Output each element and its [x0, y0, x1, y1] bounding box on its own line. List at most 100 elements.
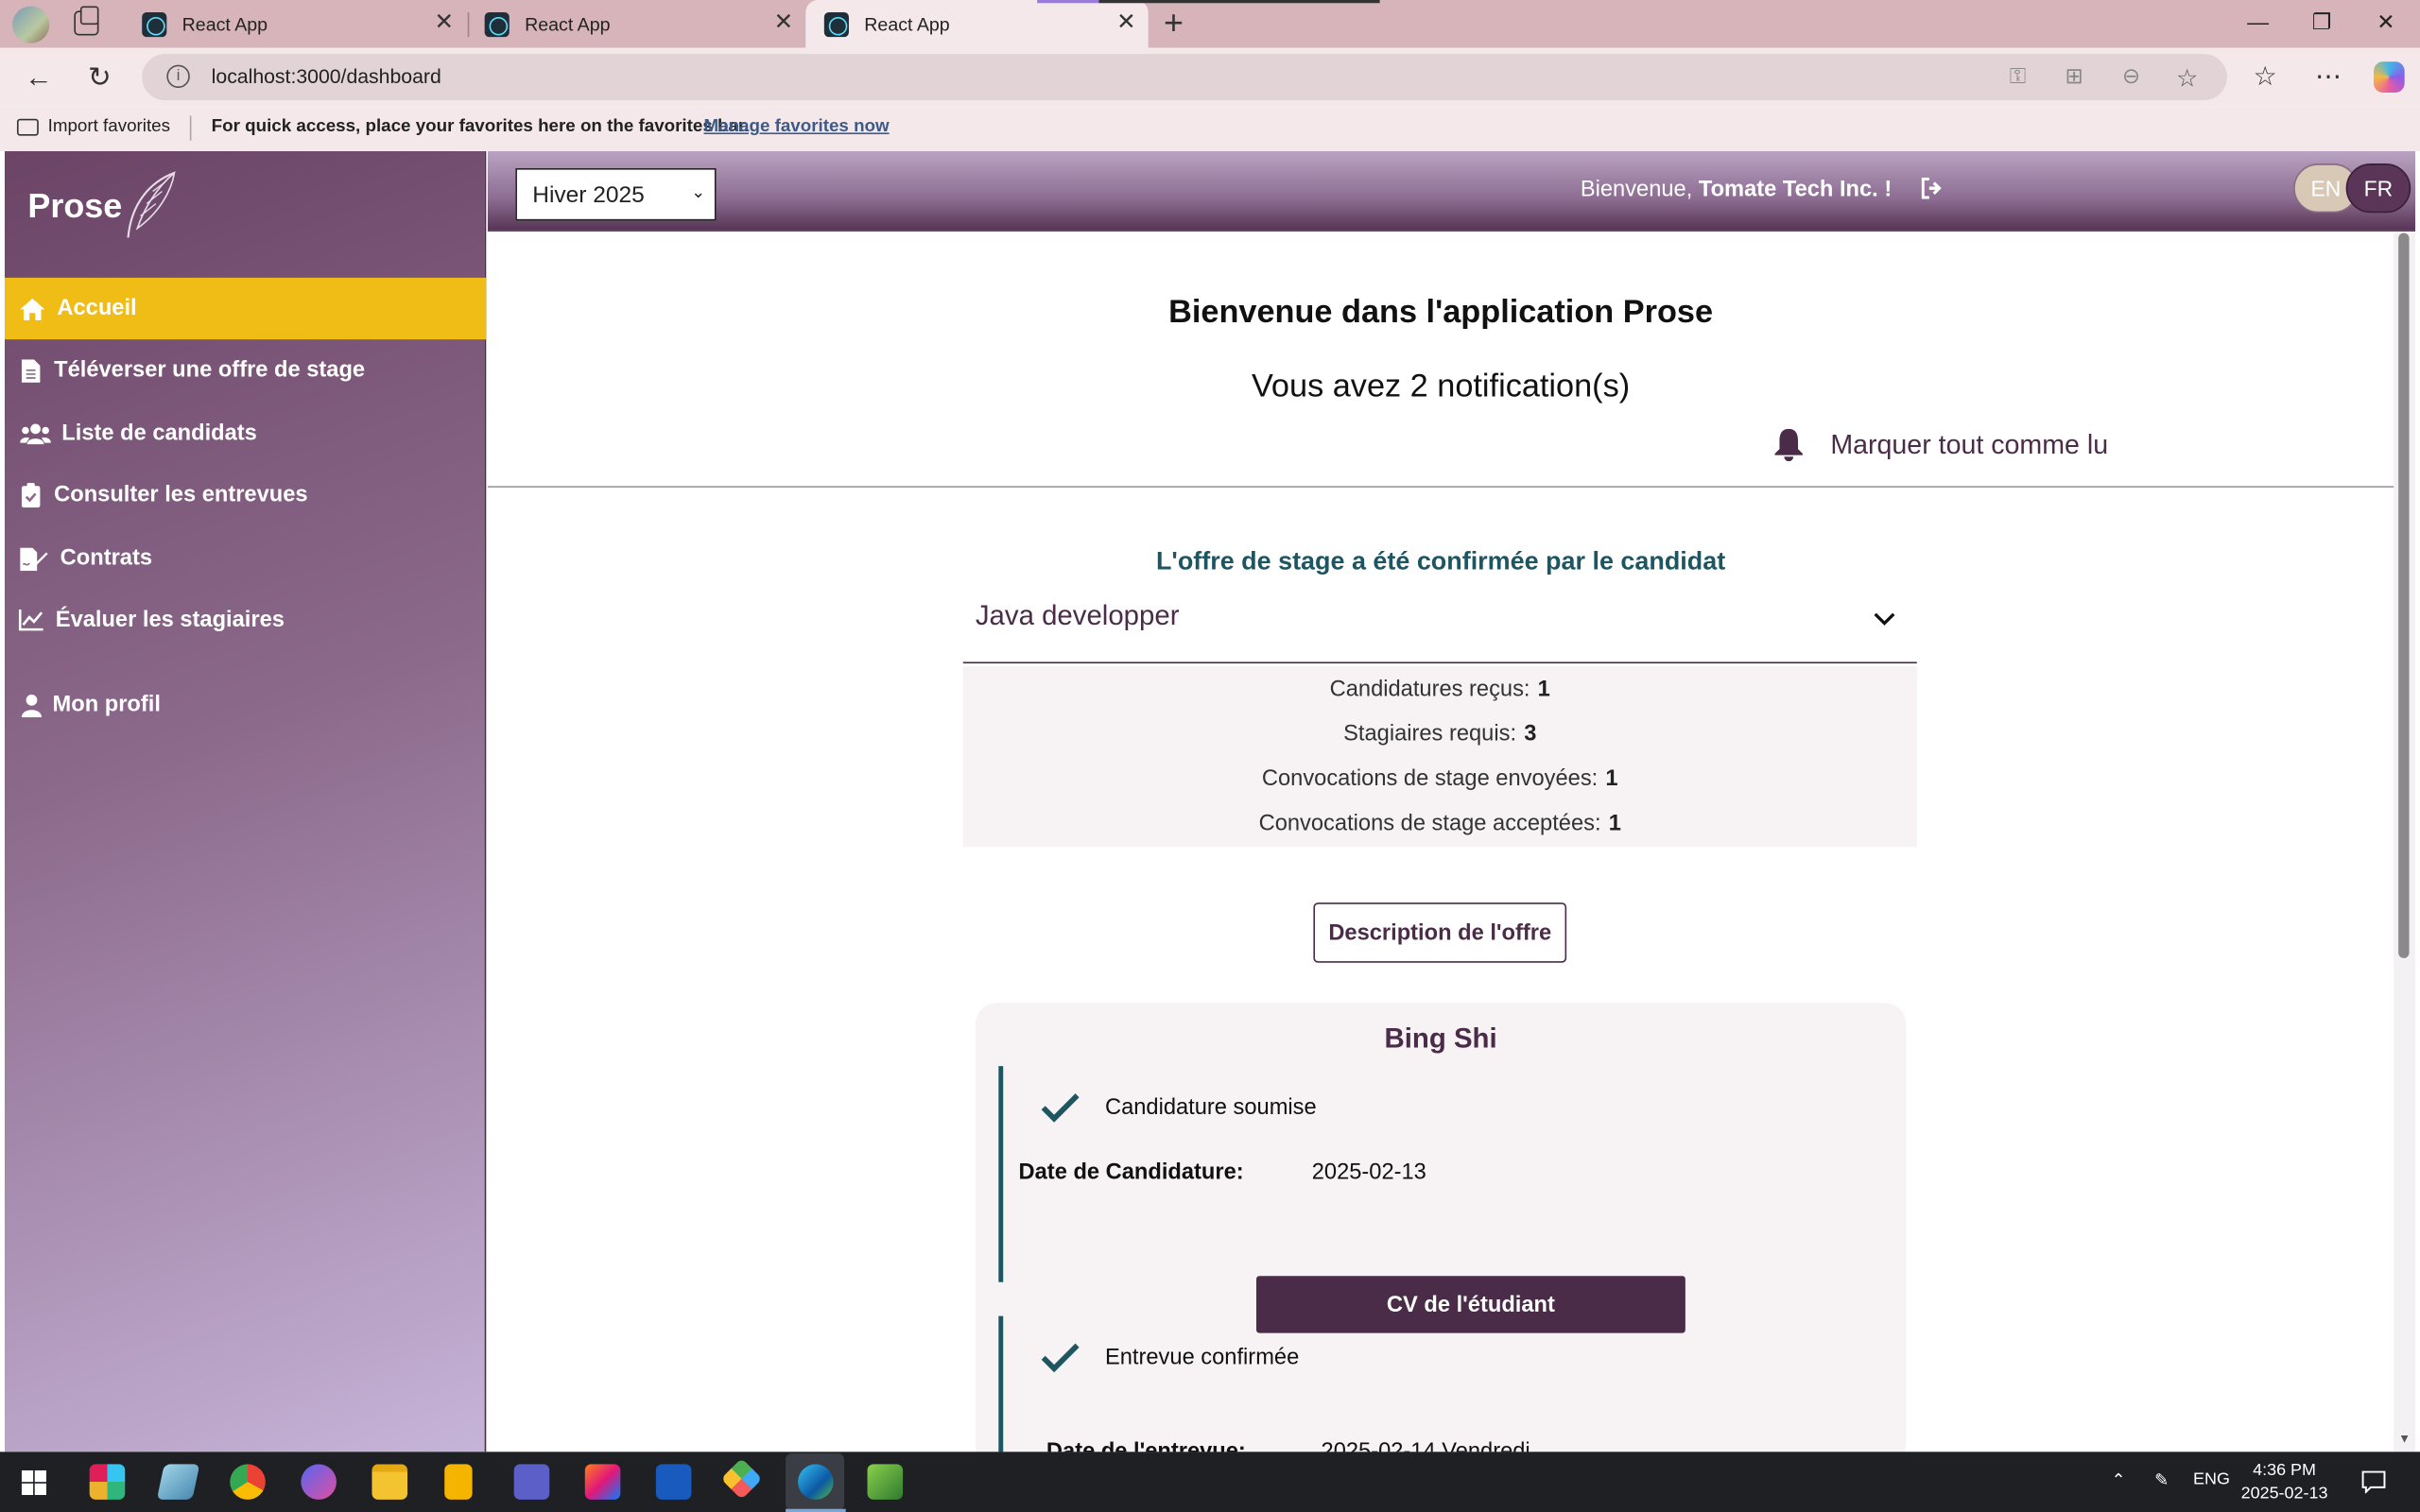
- workspaces-icon[interactable]: [74, 6, 99, 36]
- clock-date: 2025-02-13: [2240, 1484, 2328, 1503]
- back-icon[interactable]: ←: [25, 61, 52, 93]
- stat-candidatures: Candidatures reçus: 1: [963, 678, 1917, 702]
- offer-description-button[interactable]: Description de l'offre: [1313, 902, 1567, 963]
- step-status: Candidature soumise: [1040, 1092, 1317, 1124]
- main-scrollbar[interactable]: ▼: [2394, 232, 2416, 1452]
- logout-icon[interactable]: [1920, 177, 1945, 199]
- intellij-icon[interactable]: [584, 1464, 621, 1500]
- restore-icon[interactable]: ❐: [2312, 9, 2332, 36]
- sidebar-item-candidats[interactable]: Liste de candidats: [5, 403, 486, 464]
- minimize-icon[interactable]: —: [2247, 9, 2269, 34]
- url-text[interactable]: localhost:3000/dashboard: [212, 65, 441, 88]
- offer-accordion-header[interactable]: Java developper: [962, 584, 1917, 664]
- image-viewer-icon[interactable]: [867, 1464, 904, 1500]
- step-status-label: Candidature soumise: [1104, 1095, 1317, 1121]
- scroll-down-icon[interactable]: ▼: [2398, 1432, 2411, 1446]
- windows-start-icon[interactable]: [21, 1469, 46, 1496]
- app-viewport: Prose Accueil Téléverser une offre de st…: [4, 150, 2416, 1452]
- import-icon[interactable]: [16, 118, 39, 136]
- notification-center-icon[interactable]: [2361, 1470, 2386, 1494]
- sidebar: Prose Accueil Téléverser une offre de st…: [4, 150, 487, 1452]
- step-entrevue: Entrevue confirmée Date de l'entrevue: 2…: [998, 1315, 1878, 1452]
- discord-icon[interactable]: [301, 1464, 337, 1500]
- copilot-icon[interactable]: [2374, 61, 2405, 93]
- browser-tab-3-active[interactable]: React App ✕: [805, 0, 1149, 48]
- clipboard-check-icon: [19, 483, 43, 508]
- clock-time: 4:36 PM: [2253, 1461, 2316, 1480]
- sidebar-item-accueil[interactable]: Accueil: [4, 277, 487, 340]
- stat-label: Candidatures reçus:: [1329, 677, 1530, 702]
- google-keep-icon[interactable]: [444, 1464, 473, 1500]
- favorites-icon[interactable]: ☆: [2254, 61, 2277, 93]
- word-icon[interactable]: [655, 1464, 692, 1500]
- chrome-icon[interactable]: [230, 1464, 266, 1500]
- sidebar-item-profil[interactable]: Mon profil: [5, 674, 486, 735]
- notepad-icon[interactable]: [156, 1464, 200, 1500]
- refresh-icon[interactable]: ↻: [88, 61, 112, 93]
- slack-icon[interactable]: [89, 1464, 126, 1500]
- profile-avatar[interactable]: [12, 6, 50, 43]
- file-explorer-icon[interactable]: [372, 1464, 408, 1500]
- interview-date-value: 2025-02-14 Vendredi: [1321, 1439, 1530, 1452]
- chart-line-icon: [18, 608, 43, 632]
- sidebar-item-label: Évaluer les stagiaires: [55, 608, 285, 633]
- zoom-icon[interactable]: ⊖: [2122, 63, 2140, 90]
- react-favicon-icon: [823, 11, 849, 37]
- clock[interactable]: 4:36 PM 2025-02-13: [2241, 1459, 2328, 1505]
- user-icon: [19, 693, 43, 717]
- password-key-icon[interactable]: ⚿: [2010, 63, 2026, 90]
- lang-fr-button[interactable]: FR: [2345, 163, 2411, 214]
- sidebar-item-entrevues[interactable]: Consulter les entrevues: [5, 464, 486, 525]
- tab-accent-line: [1037, 0, 1380, 4]
- close-tab-icon[interactable]: ✕: [434, 10, 454, 35]
- new-tab-icon[interactable]: +: [1164, 6, 1184, 41]
- teams-icon[interactable]: [513, 1464, 550, 1500]
- close-window-icon[interactable]: ✕: [2377, 9, 2394, 36]
- close-tab-icon[interactable]: ✕: [1116, 10, 1136, 35]
- checkmark-icon: [1041, 1343, 1080, 1373]
- sidebar-item-televerser[interactable]: Téléverser une offre de stage: [5, 339, 486, 401]
- session-select[interactable]: Hiver 2025 ⌄: [515, 167, 717, 221]
- stat-convocations-acceptees: Convocations de stage acceptées: 1: [963, 812, 1917, 836]
- address-bar-row: ← ↻ i localhost:3000/dashboard ⚿ ⊞ ⊖ ☆ ☆…: [0, 47, 2420, 107]
- pen-icon[interactable]: ✎: [2154, 1470, 2169, 1491]
- sidebar-item-contrats[interactable]: Contrats: [5, 527, 486, 589]
- notification-count: Vous avez 2 notification(s): [1251, 369, 1631, 404]
- step-candidature: Candidature soumise Date de Candidature:…: [998, 1066, 1878, 1333]
- mark-all-read-label: Marquer tout comme lu: [1830, 428, 2109, 459]
- site-info-icon[interactable]: i: [166, 64, 190, 89]
- sidebar-item-label: Mon profil: [52, 693, 161, 718]
- favorites-message: For quick access, place your favorites h…: [211, 117, 750, 136]
- chevron-down-icon: ⌄: [691, 183, 706, 202]
- language-indicator[interactable]: ENG: [2193, 1470, 2230, 1489]
- favorite-star-icon[interactable]: ☆: [2176, 63, 2198, 94]
- offer-title: Java developper: [975, 600, 1180, 631]
- import-favorites[interactable]: Import favorites: [48, 117, 170, 136]
- address-bar[interactable]: i localhost:3000/dashboard ⚿ ⊞ ⊖ ☆: [142, 54, 2227, 101]
- notification-title: L'offre de stage a été confirmée par le …: [1155, 547, 1726, 576]
- welcome-prefix: Bienvenue,: [1580, 177, 1693, 202]
- react-favicon-icon: [484, 11, 510, 37]
- sidebar-item-evaluer[interactable]: Évaluer les stagiaires: [5, 590, 486, 651]
- app-available-icon[interactable]: ⊞: [2065, 63, 2083, 90]
- design-app-icon[interactable]: [720, 1457, 763, 1500]
- brand-logo-text[interactable]: Prose: [27, 187, 122, 227]
- more-menu-icon[interactable]: ⋯: [2315, 61, 2342, 93]
- mark-all-read-button[interactable]: Marquer tout comme lu: [1773, 427, 2109, 462]
- chevron-down-icon: [1874, 612, 1895, 626]
- browser-tab-1[interactable]: React App ✕: [124, 0, 466, 48]
- chevron-up-icon[interactable]: ⌃: [2111, 1470, 2125, 1491]
- scrollbar-thumb[interactable]: [2398, 232, 2410, 958]
- stat-value: 1: [1605, 766, 1618, 792]
- sidebar-item-label: Consulter les entrevues: [54, 483, 308, 508]
- application-date-label: Date de Candidature:: [1018, 1160, 1244, 1185]
- close-tab-icon[interactable]: ✕: [774, 10, 794, 35]
- step-status: Entrevue confirmée: [1040, 1342, 1299, 1373]
- interview-date-label: Date de l'entrevue:: [1046, 1439, 1246, 1452]
- browser-tab-2[interactable]: React App ✕: [466, 0, 805, 48]
- edge-icon[interactable]: [786, 1464, 846, 1512]
- sidebar-item-label: Téléverser une offre de stage: [54, 357, 366, 383]
- manage-favorites-link[interactable]: Manage favorites now: [703, 117, 889, 136]
- quill-icon: [127, 170, 176, 238]
- tab-title: React App: [525, 12, 611, 35]
